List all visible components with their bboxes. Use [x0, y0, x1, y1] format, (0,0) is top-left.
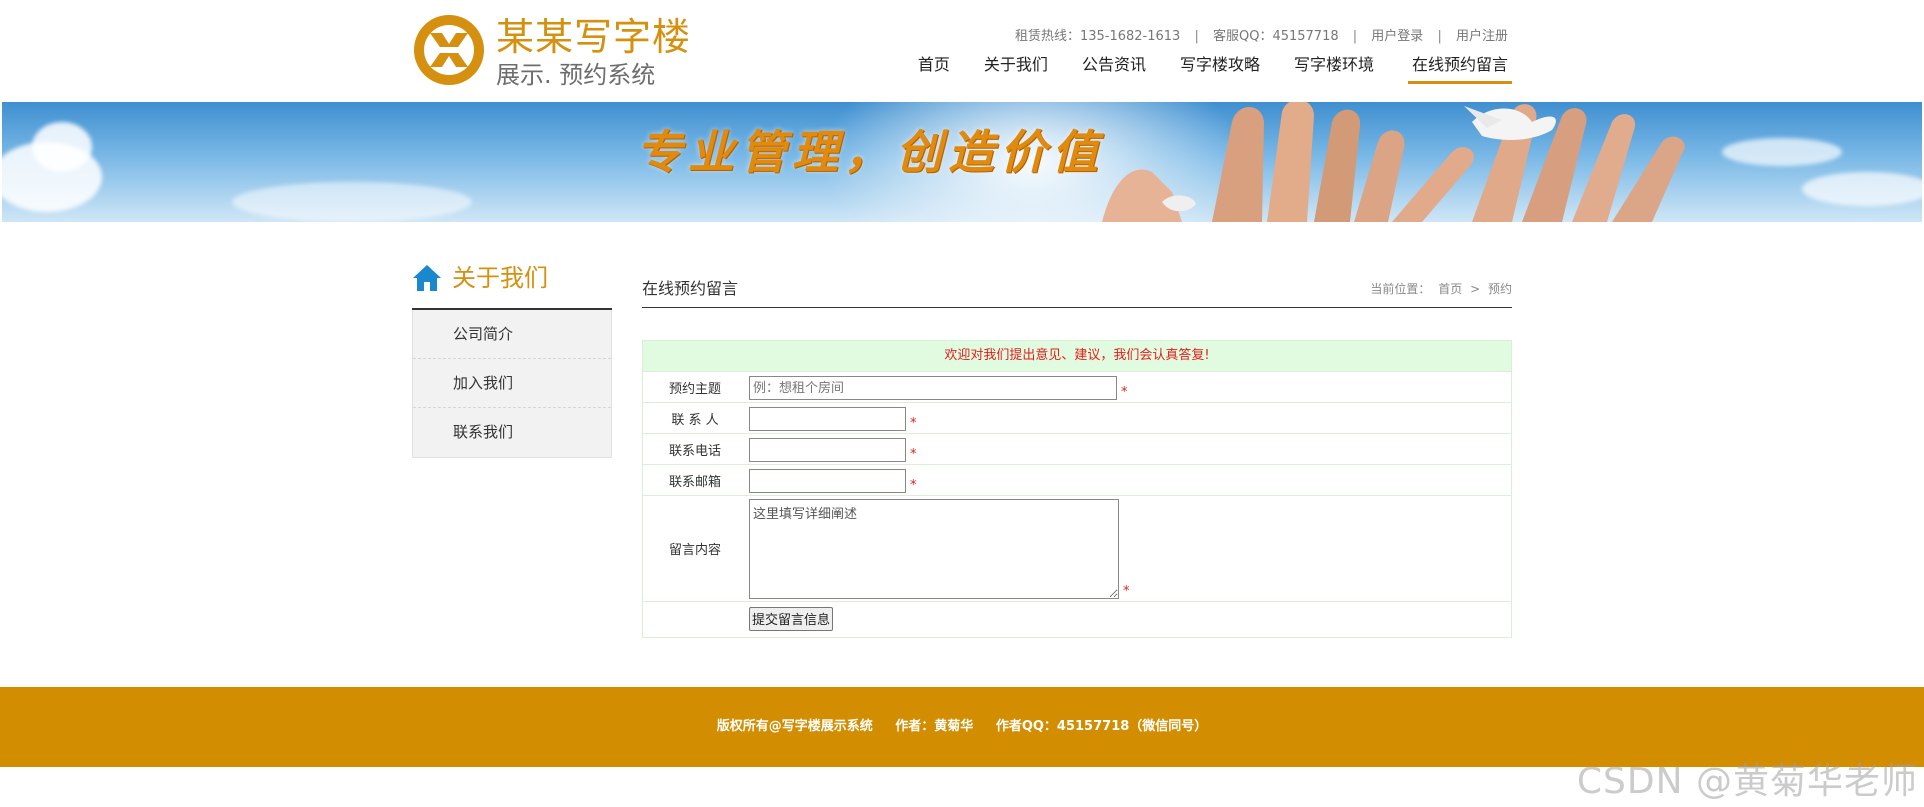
form-row-submit: 提交留言信息 — [643, 601, 1511, 637]
required-mark: * — [910, 416, 917, 431]
form-row-contact: 联 系 人 * — [643, 402, 1511, 433]
submit-button[interactable]: 提交留言信息 — [749, 606, 834, 631]
email-label: 联系邮箱 — [668, 474, 721, 490]
hands-and-doves-image — [1102, 102, 1685, 222]
csdn-watermark: CSDN @黄菊华老师 — [1576, 761, 1918, 802]
breadcrumb-prefix: 当前位置： — [1370, 282, 1431, 296]
top-info-bar: 租赁热线：135-1682-1613 | 客服QQ：45157718 | 用户登… — [1015, 25, 1508, 44]
sidebar-menu: 公司简介 加入我们 联系我们 — [412, 310, 612, 458]
sidebar-title: 关于我们 — [452, 264, 548, 292]
nav-item-environment[interactable]: 写字楼环境 — [1294, 52, 1374, 84]
required-mark: * — [1121, 385, 1128, 400]
nav-item-home[interactable]: 首页 — [918, 52, 950, 84]
footer-author: 作者：黄菊华 — [895, 719, 974, 734]
service-qq-text: 客服QQ：45157718 — [1212, 29, 1339, 44]
form-welcome-message: 欢迎对我们提出意见、建议，我们会认真答复! — [643, 341, 1511, 371]
required-mark: * — [910, 478, 917, 493]
form-row-subject: 预约主题 * — [643, 371, 1511, 402]
banner-slogan: 专业管理，创造价值 — [636, 125, 1104, 179]
subject-label: 预约主题 — [668, 381, 721, 397]
separator: | — [1437, 29, 1442, 44]
content-label: 留言内容 — [668, 543, 721, 558]
nav-item-booking[interactable]: 在线预约留言 — [1407, 52, 1512, 84]
cloud-decoration — [232, 182, 472, 222]
required-mark: * — [1123, 584, 1130, 599]
site-logo[interactable]: 某某写字楼 展示. 预约系统 — [412, 13, 690, 89]
contact-label: 联 系 人 — [671, 412, 719, 428]
sidebar-item-contact-us[interactable]: 联系我们 — [413, 408, 611, 457]
phone-label: 联系电话 — [668, 443, 721, 459]
breadcrumb-current: 预约 — [1487, 282, 1512, 296]
nav-item-about[interactable]: 关于我们 — [984, 52, 1048, 84]
logo-subtitle: 展示. 预约系统 — [496, 61, 656, 89]
main-content: 在线预约留言 当前位置： 首页 > 预约 欢迎对我们提出意见、建议，我们会认真答… — [642, 278, 1512, 638]
hero-banner: 专业管理，创造价值 — [2, 102, 1922, 222]
cloud-decoration — [32, 122, 92, 172]
cloud-decoration — [1802, 172, 1922, 206]
separator: | — [1352, 29, 1358, 44]
sidebar: 关于我们 公司简介 加入我们 联系我们 — [412, 262, 612, 458]
breadcrumb: 当前位置： 首页 > 预约 — [1366, 280, 1512, 297]
cloud-decoration — [1722, 138, 1842, 166]
phone-input[interactable] — [749, 438, 906, 462]
nav-item-news[interactable]: 公告资讯 — [1082, 52, 1146, 84]
main-nav: 首页 关于我们 公告资讯 写字楼攻略 写字楼环境 在线预约留言 — [884, 52, 1512, 84]
email-input[interactable] — [749, 469, 906, 493]
subject-input[interactable] — [749, 376, 1117, 400]
content-header: 在线预约留言 当前位置： 首页 > 预约 — [642, 278, 1512, 308]
footer-author-qq: 作者QQ：45157718（微信同号） — [995, 719, 1208, 734]
contact-input[interactable] — [749, 407, 906, 431]
form-row-content: 留言内容 * — [643, 495, 1511, 601]
user-register-link[interactable]: 用户注册 — [1456, 29, 1508, 44]
sidebar-item-company-intro[interactable]: 公司简介 — [413, 310, 611, 359]
home-icon — [413, 265, 441, 291]
page-title: 在线预约留言 — [642, 279, 739, 298]
footer-copyright: 版权所有@写字楼展示系统 — [716, 719, 873, 734]
required-mark: * — [910, 447, 917, 462]
sidebar-item-join-us[interactable]: 加入我们 — [413, 359, 611, 408]
logo-icon — [414, 15, 484, 85]
breadcrumb-home-link[interactable]: 首页 — [1438, 282, 1462, 296]
form-row-phone: 联系电话 * — [643, 433, 1511, 464]
site-header: 某某写字楼 展示. 预约系统 租赁热线：135-1682-1613 | 客服QQ… — [0, 0, 1924, 102]
booking-form: 欢迎对我们提出意见、建议，我们会认真答复! 预约主题 * 联 系 人 * 联系电… — [642, 340, 1512, 638]
breadcrumb-separator: > — [1470, 282, 1481, 296]
sidebar-header: 关于我们 — [412, 262, 612, 310]
content-textarea[interactable] — [749, 499, 1119, 599]
hotline-text: 租赁热线：135-1682-1613 — [1014, 29, 1181, 44]
separator: | — [1194, 29, 1199, 44]
user-login-link[interactable]: 用户登录 — [1371, 29, 1423, 44]
form-row-email: 联系邮箱 * — [643, 464, 1511, 495]
logo-title: 某某写字楼 — [496, 15, 692, 59]
nav-item-guide[interactable]: 写字楼攻略 — [1180, 52, 1260, 84]
